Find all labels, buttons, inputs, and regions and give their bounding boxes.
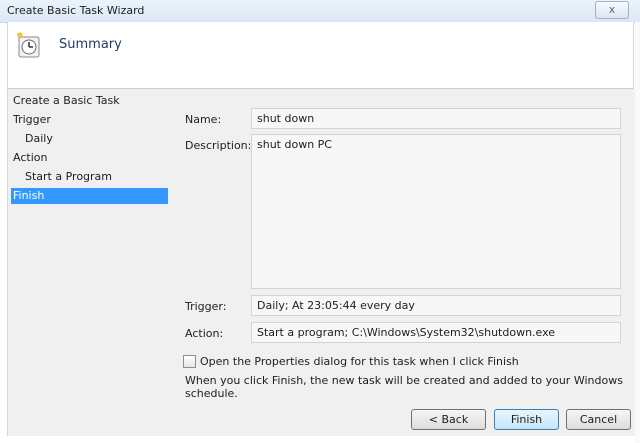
name-label: Name: <box>185 113 222 126</box>
open-properties-checkbox[interactable] <box>183 355 196 368</box>
step-daily[interactable]: Daily <box>23 131 168 147</box>
back-button[interactable]: < Back <box>411 409 486 430</box>
description-field[interactable]: shut down PC <box>251 134 621 289</box>
open-properties-label[interactable]: Open the Properties dialog for this task… <box>200 355 519 368</box>
step-action[interactable]: Action <box>11 150 168 166</box>
finish-info-text: When you click Finish, the new task will… <box>185 374 623 400</box>
steps-panel: Create a Basic Task Trigger Daily Action… <box>8 89 170 401</box>
trigger-field: Daily; At 23:05:44 every day <box>251 295 621 316</box>
name-field: shut down <box>251 108 621 129</box>
step-trigger[interactable]: Trigger <box>11 112 168 128</box>
page-title: Summary <box>59 37 122 52</box>
wizard-body: Create a Basic Task Trigger Daily Action… <box>7 89 636 436</box>
step-finish[interactable]: Finish <box>11 188 168 204</box>
window-title: Create Basic Task Wizard <box>7 4 145 17</box>
trigger-label: Trigger: <box>185 300 227 313</box>
close-button[interactable]: x <box>595 1 629 19</box>
window-edge <box>635 22 640 443</box>
action-label: Action: <box>185 327 224 340</box>
wizard-header: Summary <box>7 22 634 88</box>
close-icon: x <box>608 3 616 16</box>
finish-button[interactable]: Finish <box>494 409 559 430</box>
step-start-a-program[interactable]: Start a Program <box>23 169 168 185</box>
cancel-button[interactable]: Cancel <box>566 409 631 430</box>
title-bar: Create Basic Task Wizard x <box>0 0 640 23</box>
task-scheduler-clock-icon <box>17 32 40 58</box>
description-label: Description: <box>185 139 252 152</box>
action-field: Start a program; C:\Windows\System32\shu… <box>251 322 621 343</box>
step-create-basic-task[interactable]: Create a Basic Task <box>11 93 168 109</box>
